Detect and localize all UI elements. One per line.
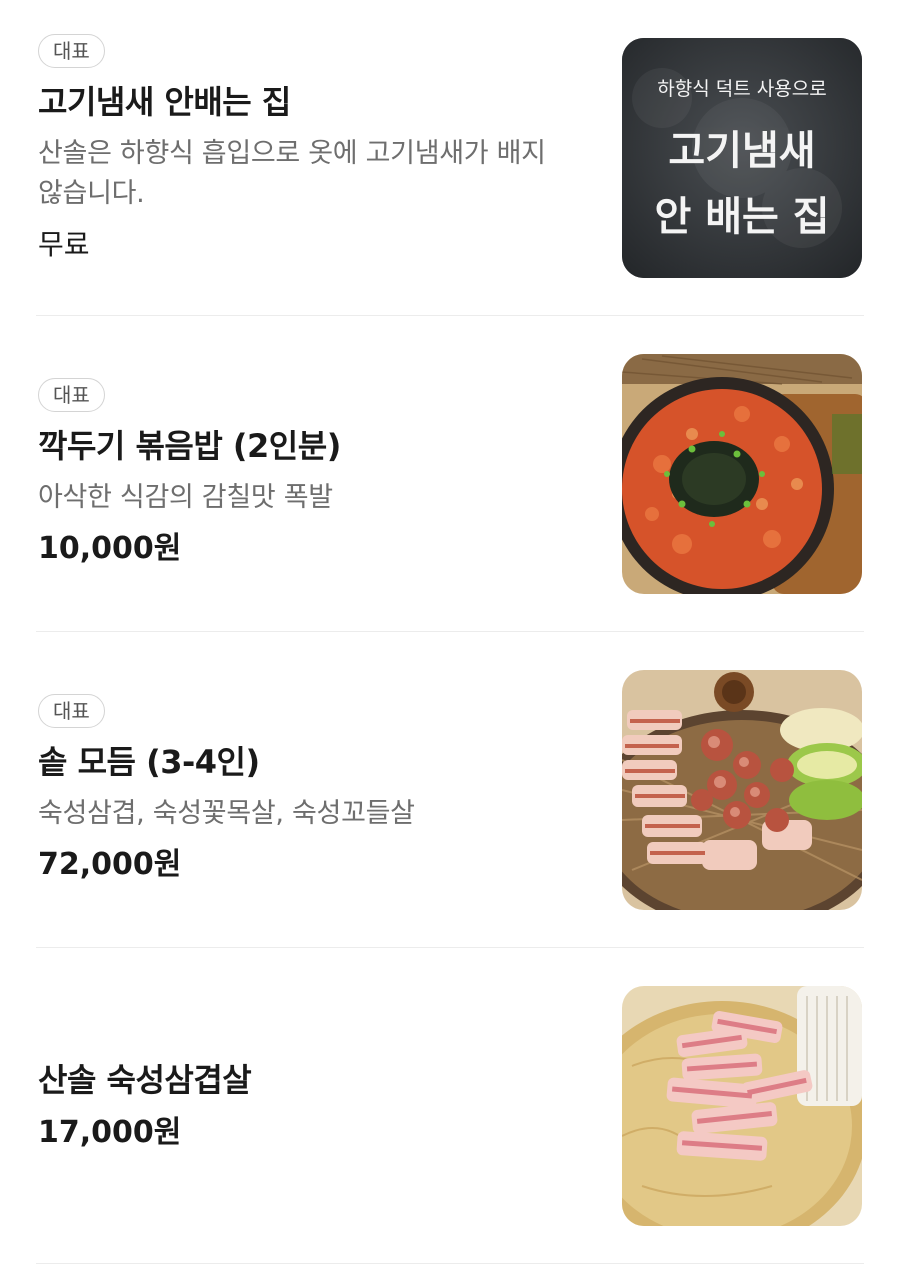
menu-item-name: 고기냄새 안배는 집: [38, 83, 291, 121]
menu-item-text: 대표 솥 모듬 (3-4인) 숙성삼겹, 숙성꽃목살, 숙성꼬들살 72,000…: [38, 694, 598, 886]
menu-item-price: 무료: [38, 228, 90, 261]
menu-item-pot-assortment[interactable]: 대표 솥 모듬 (3-4인) 숙성삼겹, 숙성꽃목살, 숙성꼬들살 72,000…: [0, 632, 900, 948]
menu-item-description: 아삭한 식감의 감칠맛 폭발: [38, 482, 333, 513]
menu-item-name: 산솔 숙성삼겹살: [38, 1061, 252, 1099]
signature-badge: 대표: [38, 34, 105, 68]
menu-item-kkakdugi-fried-rice[interactable]: 대표 깍두기 볶음밥 (2인분) 아삭한 식감의 감칠맛 폭발 10,000원: [0, 316, 900, 632]
divider: [36, 1263, 864, 1264]
pork-platter-photo: [622, 670, 862, 910]
menu-item-text: 대표 고기냄새 안배는 집 산솔은 하향식 흡입으로 옷에 고기냄새가 배지 않…: [38, 34, 598, 266]
signature-badge: 대표: [38, 694, 105, 728]
chalkboard-image: 하향식 덕트 사용으로 고기냄새 안 배는 집: [622, 38, 862, 278]
chalkboard-line-3: 안 배는 집: [654, 193, 830, 240]
menu-item-name: 솥 모듬 (3-4인): [38, 743, 260, 781]
menu-item-price: 10,000원: [38, 531, 182, 566]
menu-item-aged-pork-belly[interactable]: 산솔 숙성삼겹살 17,000원: [0, 948, 900, 1264]
menu-item-name: 깍두기 볶음밥 (2인분): [38, 427, 341, 465]
menu-item-description: 숙성삼겹, 숙성꽃목살, 숙성꼬들살: [38, 798, 415, 829]
menu-item-no-meat-smell[interactable]: 대표 고기냄새 안배는 집 산솔은 하향식 흡입으로 옷에 고기냄새가 배지 않…: [0, 0, 900, 316]
menu-item-price: 17,000원: [38, 1115, 182, 1150]
menu-list: 대표 고기냄새 안배는 집 산솔은 하향식 흡입으로 옷에 고기냄새가 배지 않…: [0, 0, 900, 1264]
menu-item-description: 산솔은 하향식 흡입으로 옷에 고기냄새가 배지 않습니다.: [38, 138, 546, 209]
menu-item-text: 산솔 숙성삼겹살 17,000원: [38, 1058, 598, 1154]
fried-rice-photo: [622, 354, 862, 594]
chalkboard-line-2: 고기냄새: [668, 127, 816, 174]
signature-badge: 대표: [38, 378, 105, 412]
pork-belly-photo: [622, 986, 862, 1226]
chalkboard-line-1: 하향식 덕트 사용으로: [657, 78, 827, 100]
menu-item-price: 72,000원: [38, 847, 182, 882]
menu-item-text: 대표 깍두기 볶음밥 (2인분) 아삭한 식감의 감칠맛 폭발 10,000원: [38, 378, 598, 570]
